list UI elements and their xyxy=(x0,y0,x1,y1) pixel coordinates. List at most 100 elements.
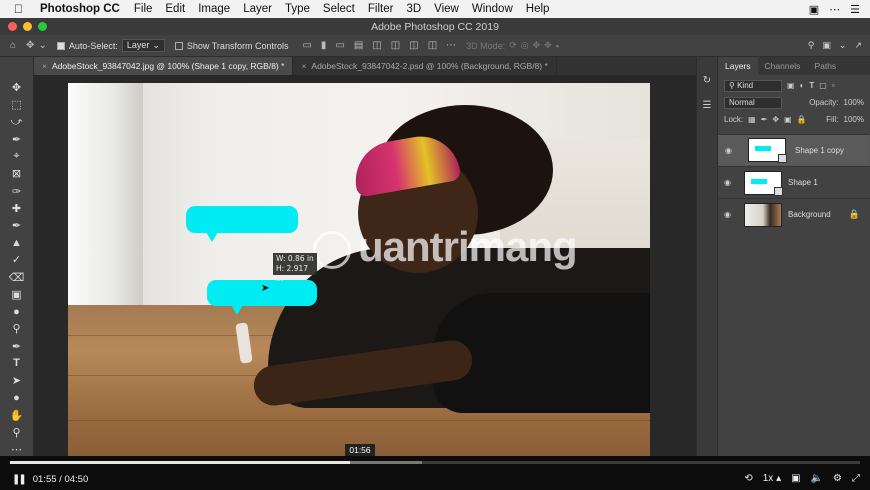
menu-filter[interactable]: Filter xyxy=(368,3,394,15)
menu-3d[interactable]: 3D xyxy=(406,3,421,15)
pause-icon[interactable]: ❚❚ xyxy=(12,474,27,485)
hand-tool-icon[interactable]: ✋ xyxy=(7,408,27,422)
more-tools-icon[interactable]: ⋯ xyxy=(7,443,27,456)
visibility-eye-icon[interactable]: ◉ xyxy=(725,145,737,156)
list-icon[interactable]: ☰ xyxy=(850,3,860,16)
lock-position-icon[interactable]: ✥ xyxy=(772,115,779,124)
3d-slide-icon[interactable]: ✥ xyxy=(544,40,552,51)
minimize-window-button[interactable] xyxy=(23,22,32,31)
menu-help[interactable]: Help xyxy=(526,3,550,15)
tab-layers[interactable]: Layers xyxy=(718,57,758,75)
dodge-tool-icon[interactable]: ⚲ xyxy=(7,322,27,335)
auto-select-dropdown[interactable]: Layer ⌄ xyxy=(121,39,165,52)
gradient-tool-icon[interactable]: ▣ xyxy=(7,288,27,301)
menu-image[interactable]: Image xyxy=(198,3,230,15)
speech-bubble-shape-1[interactable] xyxy=(186,206,298,242)
marquee-tool-icon[interactable]: ⬚ xyxy=(7,98,27,111)
tab-document-2[interactable]: × AdobeStock_93847042-2.psd @ 100% (Back… xyxy=(293,57,557,75)
3d-pan-icon[interactable]: ✥ xyxy=(533,40,541,51)
transform-controls-checkbox[interactable] xyxy=(174,41,183,50)
frame-tool-icon[interactable]: ⊠ xyxy=(7,167,27,180)
healing-tool-icon[interactable]: ✚ xyxy=(7,202,27,215)
tab-document-1[interactable]: × AdobeStock_93847042.jpg @ 100% (Shape … xyxy=(34,57,294,75)
distribute-spacing-icon[interactable]: ◫ xyxy=(428,40,437,51)
menu-window[interactable]: Window xyxy=(472,3,513,15)
blend-mode-dropdown[interactable]: Normal xyxy=(724,96,782,109)
screen-icon[interactable]: ▣ xyxy=(809,3,819,16)
opacity-field[interactable]: 100% xyxy=(844,98,864,107)
chevron-down-icon[interactable]: ⌄ xyxy=(839,40,847,51)
blur-tool-icon[interactable]: ● xyxy=(7,305,27,318)
crop-tool-icon[interactable]: ⌖ xyxy=(7,150,27,163)
distribute-icon[interactable]: ◫ xyxy=(372,40,381,51)
zoom-tool-icon[interactable]: ⚲ xyxy=(7,426,27,439)
shape-tool-icon[interactable]: ● xyxy=(7,391,27,404)
fill-field[interactable]: 100% xyxy=(844,115,864,124)
layer-row-shape-1-copy[interactable]: ◉ Shape 1 copy xyxy=(718,134,870,166)
dots-icon[interactable]: ⋯ xyxy=(829,3,840,16)
move-tool-icon[interactable]: ✥ xyxy=(7,81,27,94)
layer-row-background[interactable]: ◉ Background 🔒 xyxy=(718,198,870,230)
volume-icon[interactable]: 🔈 xyxy=(811,473,823,484)
filter-adjust-icon[interactable]: ◐ xyxy=(800,81,805,90)
3d-roll-icon[interactable]: ◎ xyxy=(521,40,529,51)
move-tool-icon[interactable]: ✥ xyxy=(26,40,34,51)
type-tool-icon[interactable]: T xyxy=(7,357,27,370)
filter-pixel-icon[interactable]: ▣ xyxy=(787,81,795,90)
seek-bar[interactable] xyxy=(10,461,860,464)
history-panel-icon[interactable]: ↻ xyxy=(703,75,711,86)
tab-paths[interactable]: Paths xyxy=(807,57,843,75)
menu-view[interactable]: View xyxy=(434,3,459,15)
menu-edit[interactable]: Edit xyxy=(165,3,185,15)
share-icon[interactable]: ↗ xyxy=(854,40,862,51)
settings-gear-icon[interactable]: ⚙ xyxy=(833,473,842,484)
layer-name[interactable]: Shape 1 xyxy=(788,178,818,187)
align-top-icon[interactable]: ▤ xyxy=(354,40,363,51)
workspace-icon[interactable]: ▣ xyxy=(822,40,831,51)
auto-select-checkbox[interactable] xyxy=(56,41,65,50)
layer-name[interactable]: Shape 1 copy xyxy=(795,145,844,156)
lasso-tool-icon[interactable]: ⤻ xyxy=(7,115,27,128)
lock-pixels-icon[interactable]: ✒ xyxy=(761,115,768,124)
3d-rotate-icon[interactable]: ⟳ xyxy=(509,40,517,51)
zoom-window-button[interactable] xyxy=(38,22,47,31)
layer-row-shape-1[interactable]: ◉ Shape 1 xyxy=(718,166,870,198)
menu-select[interactable]: Select xyxy=(323,3,355,15)
tab-channels[interactable]: Channels xyxy=(758,57,808,75)
speed-button[interactable]: 1x ▴ xyxy=(763,473,781,484)
lock-all-icon[interactable]: 🔒 xyxy=(797,115,807,124)
filter-smart-icon[interactable]: ▫ xyxy=(832,81,835,90)
brush-tool-icon[interactable]: ✒ xyxy=(7,219,27,232)
close-tab-icon[interactable]: × xyxy=(42,61,47,71)
captions-icon[interactable]: ▣ xyxy=(791,473,800,484)
properties-panel-icon[interactable]: ☰ xyxy=(703,100,712,111)
eyedropper-tool-icon[interactable]: ✑ xyxy=(7,184,27,198)
chevron-down-icon[interactable]: ⌄ xyxy=(38,40,46,51)
eraser-tool-icon[interactable]: ⌫ xyxy=(7,271,27,284)
fullscreen-icon[interactable]: ⤢ xyxy=(852,473,860,484)
lock-artboard-icon[interactable]: ▣ xyxy=(784,115,792,124)
rewind-icon[interactable]: ⟲ xyxy=(744,473,752,484)
filter-shape-icon[interactable]: ▢ xyxy=(819,81,827,90)
menu-type[interactable]: Type xyxy=(285,3,310,15)
canvas-area[interactable]: uantrimang W: 0.86 in H: 2.917 in ➤ xyxy=(34,75,696,456)
align-right-icon[interactable]: ▭ xyxy=(335,40,344,51)
quick-select-tool-icon[interactable]: ✒ xyxy=(7,133,27,146)
home-icon[interactable]: ⌂ xyxy=(10,40,16,51)
close-window-button[interactable] xyxy=(8,22,17,31)
path-select-tool-icon[interactable]: ➤ xyxy=(7,374,27,387)
align-left-icon[interactable]: ▭ xyxy=(302,40,311,51)
menu-file[interactable]: File xyxy=(134,3,153,15)
distribute-right-icon[interactable]: ◫ xyxy=(409,40,418,51)
align-center-icon[interactable]: ▮ xyxy=(321,40,327,51)
distribute-center-icon[interactable]: ◫ xyxy=(391,40,400,51)
lock-transparency-icon[interactable]: ▦ xyxy=(748,115,756,124)
3d-scale-icon[interactable]: ▪ xyxy=(556,41,559,51)
pen-tool-icon[interactable]: ✒ xyxy=(7,340,27,353)
apple-icon[interactable]:  xyxy=(14,2,28,16)
search-icon[interactable]: ⚲ xyxy=(808,40,815,51)
stamp-tool-icon[interactable]: ▲ xyxy=(7,236,27,249)
document-canvas[interactable]: uantrimang W: 0.86 in H: 2.917 in ➤ xyxy=(68,83,650,456)
menu-layer[interactable]: Layer xyxy=(243,3,272,15)
layer-name[interactable]: Background xyxy=(788,210,831,219)
